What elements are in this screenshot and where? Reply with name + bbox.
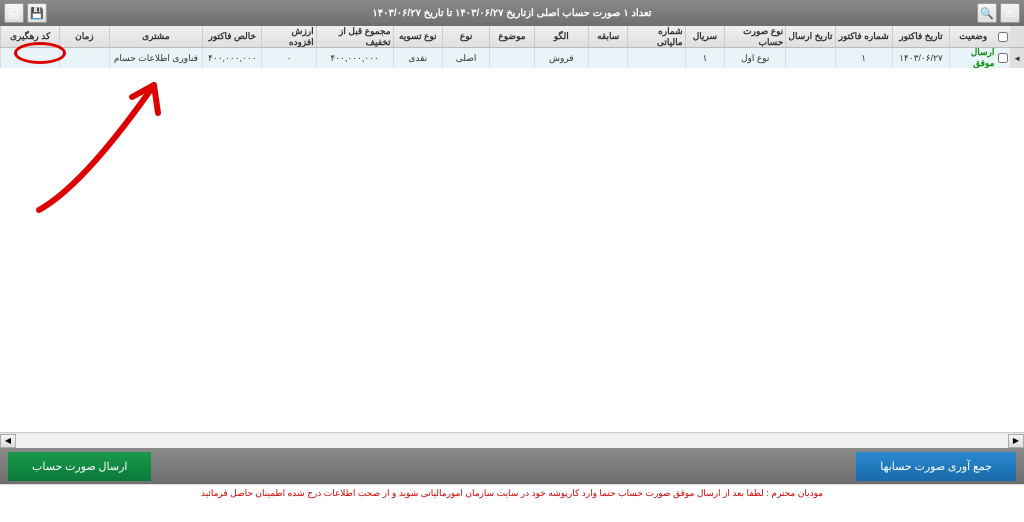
col-pre-discount[interactable]: مجموع قبل از تخفیف [316, 26, 393, 47]
cell-account-type: نوع اول [724, 48, 785, 68]
row-indicator[interactable]: ◄ [1010, 48, 1024, 68]
cell-track-code [0, 48, 59, 68]
table-row[interactable]: ◄ ارسال موفق ۱۴۰۳/۰۶/۲۷ ۱ نوع اول ۱ فروش… [0, 48, 1024, 68]
col-previous[interactable]: سابقه [588, 26, 627, 47]
cell-invoice-date: ۱۴۰۳/۰۶/۲۷ [892, 48, 949, 68]
search-icon[interactable]: 🔍 [977, 3, 997, 23]
cell-pattern: فروش [534, 48, 588, 68]
col-pattern[interactable]: الگو [534, 26, 588, 47]
cell-subject [489, 48, 533, 68]
scroll-right-icon[interactable]: ▶ [1008, 434, 1024, 448]
col-account-type[interactable]: نوع صورت حساب [724, 26, 785, 47]
col-tax-no[interactable]: شماره مالیاتی [627, 26, 684, 47]
warning-icon[interactable]: ⚠ [1000, 3, 1020, 23]
row-selector-header [1010, 26, 1024, 47]
cell-previous [588, 48, 627, 68]
checkbox-header[interactable] [996, 26, 1010, 47]
scroll-track[interactable] [16, 434, 1008, 448]
cell-serial: ۱ [685, 48, 724, 68]
horizontal-scrollbar[interactable]: ▶ ◀ [0, 432, 1024, 448]
grid-header: وضعیت تاریخ فاکتور شماره فاکتور تاریخ ار… [0, 26, 1024, 48]
cell-invoice-no: ۱ [835, 48, 892, 68]
footer-bar: جمع آوری صورت حسابها ارسال صورت حساب [0, 448, 1024, 484]
scroll-left-icon[interactable]: ◀ [0, 434, 16, 448]
top-toolbar: ⚠ 🔍 تعداد ۱ صورت حساب اصلی ازتاریخ ۱۴۰۳/… [0, 0, 1024, 26]
cell-net: ۴۰۰,۰۰۰,۰۰۰ [202, 48, 261, 68]
cell-time [59, 48, 108, 68]
col-time[interactable]: زمان [59, 26, 108, 47]
col-send-date[interactable]: تاریخ ارسال [785, 26, 834, 47]
print-icon[interactable]: 🖨 [4, 3, 24, 23]
col-vat[interactable]: ارزش افزوده [261, 26, 315, 47]
col-customer[interactable]: مشتری [109, 26, 203, 47]
col-subject[interactable]: موضوع [489, 26, 533, 47]
cell-send-date [785, 48, 834, 68]
save-icon[interactable]: 💾 [27, 3, 47, 23]
cell-status: ارسال موفق [949, 48, 996, 68]
cell-pre-discount: ۴۰۰,۰۰۰,۰۰۰ [316, 48, 393, 68]
collect-accounts-button[interactable]: جمع آوری صورت حسابها [856, 452, 1016, 481]
col-status[interactable]: وضعیت [949, 26, 996, 47]
toolbar-title: تعداد ۱ صورت حساب اصلی ازتاریخ ۱۴۰۳/۰۶/۲… [47, 8, 977, 19]
col-net[interactable]: خالص فاکتور [202, 26, 261, 47]
send-account-button[interactable]: ارسال صورت حساب [8, 452, 151, 481]
cell-customer: فناوری اطلاعات حسام [109, 48, 203, 68]
cell-type: اصلی [442, 48, 489, 68]
notice-text: مودیان محترم : لطفا بعد از ارسال موفق صو… [0, 484, 1024, 502]
col-invoice-date[interactable]: تاریخ فاکتور [892, 26, 949, 47]
col-type[interactable]: نوع [442, 26, 489, 47]
row-checkbox[interactable] [996, 48, 1010, 68]
col-serial[interactable]: سریال [685, 26, 724, 47]
col-track-code[interactable]: کد رهگیری [0, 26, 59, 47]
cell-tax-no [627, 48, 684, 68]
cell-vat: ۰ [261, 48, 315, 68]
cell-settlement: نقدی [393, 48, 442, 68]
col-settlement[interactable]: نوع تسویه [393, 26, 442, 47]
col-invoice-no[interactable]: شماره فاکتور [835, 26, 892, 47]
grid-body[interactable]: ◄ ارسال موفق ۱۴۰۳/۰۶/۲۷ ۱ نوع اول ۱ فروش… [0, 48, 1024, 432]
